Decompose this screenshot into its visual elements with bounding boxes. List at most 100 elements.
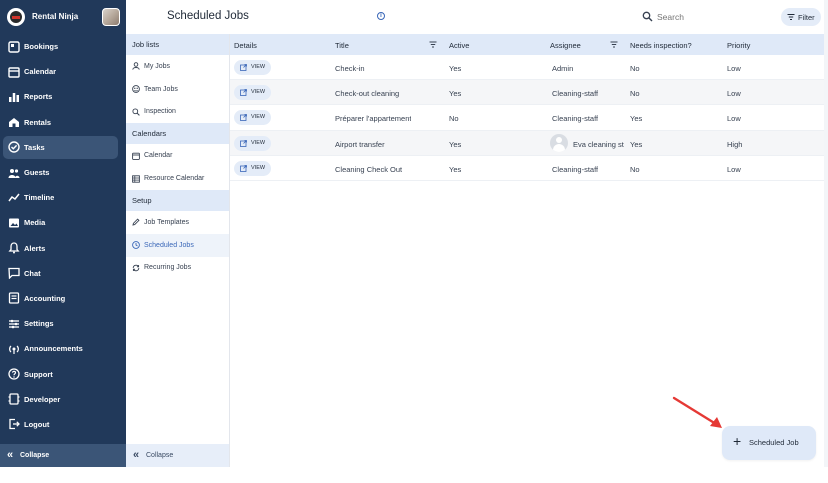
column-header-active[interactable]: Active	[449, 41, 469, 50]
filter-icon[interactable]	[429, 41, 437, 48]
section-header-job-lists: Job lists	[126, 34, 229, 55]
brand[interactable]: Rental Ninja	[0, 0, 126, 34]
column-header-needs-inspection[interactable]: Needs inspection?	[630, 41, 692, 50]
nav-item-media[interactable]: Media	[0, 210, 126, 235]
info-icon[interactable]: i	[377, 12, 385, 20]
cell-priority: Low	[727, 164, 741, 174]
subnav-item-resource-calendar[interactable]: Resource Calendar	[126, 167, 229, 190]
nav-item-accounting[interactable]: Accounting	[0, 286, 126, 311]
view-button[interactable]: VIEW	[234, 135, 271, 151]
open-external-icon	[240, 139, 247, 147]
nav-item-logout[interactable]: Logout	[0, 412, 126, 437]
sidebar-collapse-button[interactable]: « Collapse	[0, 444, 126, 467]
cell-needs-inspection: No	[630, 89, 640, 99]
open-external-icon	[240, 164, 247, 172]
filter-icon	[787, 14, 795, 20]
nav-item-label: Logout	[24, 419, 50, 429]
subnav-item-label: My Jobs	[144, 62, 171, 70]
secondary-collapse-button[interactable]: « Collapse	[126, 444, 229, 467]
plus-icon: +	[733, 433, 742, 449]
cell-needs-inspection: No	[630, 164, 640, 174]
reports-icon	[7, 90, 20, 103]
cell-assignee: Admin	[552, 64, 574, 73]
nav-item-bookings[interactable]: Bookings	[0, 34, 126, 59]
repeat-icon	[131, 263, 140, 272]
nav-item-alerts[interactable]: Alerts	[0, 236, 126, 261]
bookings-icon	[7, 40, 20, 53]
pencil-icon	[131, 218, 140, 227]
nav-item-label: Calendar	[24, 67, 57, 77]
nav-item-reports[interactable]: Reports	[0, 84, 126, 109]
nav-item-guests[interactable]: Guests	[0, 160, 126, 185]
nav-item-calendar[interactable]: Calendar	[0, 59, 126, 84]
nav-item-rentals[interactable]: Rentals	[0, 110, 126, 135]
table-row[interactable]: VIEW Check-out cleaning Yes Cleaning-sta…	[230, 80, 824, 106]
tasks-icon	[7, 141, 20, 154]
view-button[interactable]: VIEW	[234, 60, 271, 75]
table-row[interactable]: VIEW Préparer l'appartement No Cleaning-…	[230, 105, 824, 131]
nav-item-label: Announcements	[24, 344, 83, 354]
column-header-priority[interactable]: Priority	[727, 41, 750, 50]
nav-item-support[interactable]: Support	[0, 361, 126, 386]
page-title: Scheduled Jobs	[167, 10, 249, 22]
settings-icon	[7, 317, 20, 330]
subnav-item-calendar[interactable]: Calendar	[126, 144, 229, 167]
brand-logo-icon	[7, 8, 25, 26]
view-label: VIEW	[251, 64, 266, 70]
view-button[interactable]: VIEW	[234, 110, 271, 126]
cell-assignee: Cleaning-staff	[552, 114, 599, 124]
view-button[interactable]: VIEW	[234, 160, 271, 176]
timeline-icon	[7, 191, 20, 204]
nav-item-timeline[interactable]: Timeline	[0, 185, 126, 210]
subnav-item-job-templates[interactable]: Job Templates	[126, 211, 229, 234]
cell-assignee: Cleaning-staff	[552, 164, 599, 174]
view-label: VIEW	[251, 139, 266, 146]
column-header-title[interactable]: Title	[335, 41, 349, 50]
open-external-icon	[240, 89, 247, 97]
open-external-icon	[240, 114, 247, 122]
filter-icon[interactable]	[610, 41, 618, 48]
column-header-assignee[interactable]: Assignee	[550, 41, 581, 50]
user-avatar[interactable]	[102, 8, 120, 26]
nav-item-label: Bookings	[24, 42, 59, 52]
cell-needs-inspection: No	[630, 64, 640, 73]
chevron-double-left-icon: «	[133, 449, 140, 461]
view-button[interactable]: VIEW	[234, 85, 271, 101]
alerts-icon	[7, 242, 20, 255]
cell-priority: High	[727, 139, 743, 149]
search-icon	[642, 11, 653, 22]
section-header-calendars: Calendars	[126, 123, 229, 145]
cell-active: Yes	[449, 139, 462, 149]
calendar-icon	[131, 151, 140, 160]
view-label: VIEW	[251, 114, 266, 121]
subnav-item-inspection[interactable]: Inspection	[126, 101, 229, 124]
subnav-item-scheduled-jobs[interactable]: Scheduled Jobs	[126, 233, 229, 257]
search-input[interactable]	[657, 10, 767, 24]
nav-item-tasks[interactable]: Tasks	[0, 135, 126, 160]
announcements-icon	[7, 342, 20, 355]
chevron-double-left-icon: «	[7, 449, 14, 461]
nav-item-announcements[interactable]: Announcements	[0, 336, 126, 361]
subnav-item-label: Resource Calendar	[144, 175, 205, 183]
subnav-item-my-jobs[interactable]: My Jobs	[126, 55, 229, 78]
nav-item-label: Reports	[24, 92, 53, 102]
table-row[interactable]: VIEW Cleaning Check Out Yes Cleaning-sta…	[230, 156, 824, 181]
subnav-item-recurring-jobs[interactable]: Recurring Jobs	[126, 257, 229, 280]
nav-item-label: Media	[24, 218, 46, 228]
nav-item-label: Alerts	[24, 243, 46, 253]
nav-item-settings[interactable]: Settings	[0, 311, 126, 336]
table-row[interactable]: VIEW Airport transfer Yes Eva cleaning s…	[230, 130, 824, 156]
cell-title: Check-out cleaning	[335, 89, 400, 99]
nav-item-chat[interactable]: Chat	[0, 261, 126, 286]
column-header-details[interactable]: Details	[234, 41, 257, 50]
nav-item-label: Timeline	[24, 193, 55, 203]
nav-item-label: Settings	[24, 319, 54, 329]
subnav-item-team-jobs[interactable]: Team Jobs	[126, 78, 229, 101]
table-row[interactable]: VIEW Check-in Yes Admin No Low	[230, 55, 824, 81]
filter-button[interactable]: Filter	[781, 8, 821, 26]
cell-priority: Low	[727, 64, 741, 73]
add-scheduled-job-button[interactable]: + Scheduled Job	[722, 426, 816, 460]
nav-item-developer[interactable]: Developer	[0, 387, 126, 412]
user-icon	[131, 62, 140, 71]
nav-item-label: Developer	[24, 394, 61, 404]
